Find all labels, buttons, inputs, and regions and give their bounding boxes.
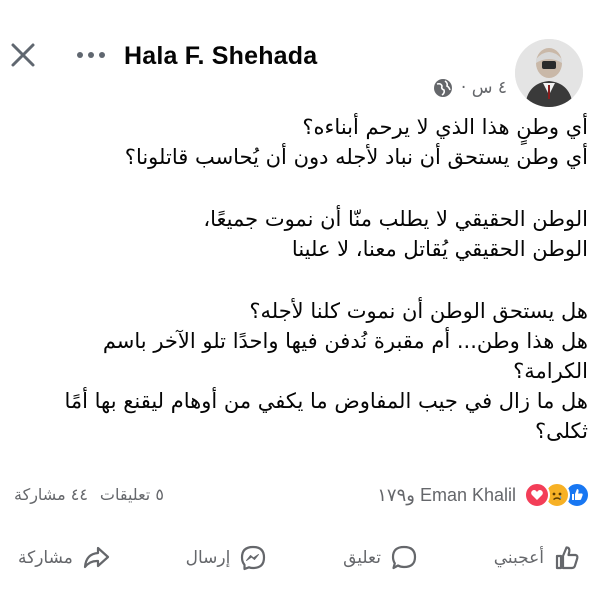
avatar[interactable] bbox=[515, 39, 583, 107]
engagement-counts: ٥ تعليقات ٤٤ مشاركة bbox=[14, 485, 164, 504]
comment-button[interactable]: تعليق bbox=[343, 534, 419, 582]
post-line: أي وطن يستحق أن نباد لأجله دون أن يُحاسب… bbox=[124, 145, 588, 169]
shares-count[interactable]: ٤٤ مشاركة bbox=[14, 485, 88, 504]
more-options-button[interactable] bbox=[74, 44, 108, 66]
action-bar: أعجبني تعليق إرسال مشاركة bbox=[0, 534, 600, 582]
close-icon bbox=[11, 43, 35, 67]
share-label: مشاركة bbox=[18, 548, 73, 568]
engagement-bar: Eman Khalil و١٧٩ ٥ تعليقات ٤٤ مشاركة bbox=[0, 478, 600, 514]
love-icon bbox=[524, 482, 550, 508]
author-name[interactable]: Hala F. Shehada bbox=[124, 42, 317, 71]
post-body: أي وطنٍ هذا الذي لا يرحم أبناءه؟ أي وطن … bbox=[22, 112, 588, 446]
comments-count[interactable]: ٥ تعليقات bbox=[100, 485, 164, 504]
comment-label: تعليق bbox=[343, 548, 381, 568]
close-button[interactable] bbox=[6, 38, 40, 72]
post-line: الوطن الحقيقي لا يطلب منّا أن نموت جميعً… bbox=[203, 207, 588, 231]
post-line: أي وطنٍ هذا الذي لا يرحم أبناءه؟ bbox=[302, 115, 588, 139]
post-line: هل ما زال في جيب المفاوض ما يكفي من أوها… bbox=[64, 389, 588, 443]
reaction-summary[interactable]: Eman Khalil و١٧٩ bbox=[377, 482, 590, 508]
post-time[interactable]: ٤ س · bbox=[461, 78, 507, 98]
send-button[interactable]: إرسال bbox=[186, 534, 269, 582]
like-icon bbox=[555, 546, 579, 570]
reaction-icons bbox=[524, 482, 590, 508]
like-button[interactable]: أعجبني bbox=[494, 534, 582, 582]
post-line: هل هذا وطن... أم مقبرة نُدفن فيها واحدًا… bbox=[102, 329, 588, 383]
messenger-icon bbox=[241, 545, 266, 571]
share-icon bbox=[83, 546, 109, 569]
post-line: هل يستحق الوطن أن نموت كلنا لأجله؟ bbox=[249, 299, 588, 323]
like-label: أعجبني bbox=[493, 548, 544, 568]
more-icon bbox=[77, 52, 105, 58]
post-meta: ٤ س · bbox=[433, 78, 507, 98]
share-button[interactable]: مشاركة bbox=[18, 534, 111, 582]
avatar-image bbox=[515, 39, 583, 107]
comment-icon bbox=[391, 545, 417, 570]
globe-icon bbox=[433, 78, 453, 98]
send-label: إرسال bbox=[185, 548, 231, 568]
post-header: Hala F. Shehada ٤ س · bbox=[0, 0, 600, 110]
reaction-count: Eman Khalil و١٧٩ bbox=[377, 484, 516, 505]
post-line: الوطن الحقيقي يُقاتل معنا، لا علينا bbox=[291, 237, 588, 261]
